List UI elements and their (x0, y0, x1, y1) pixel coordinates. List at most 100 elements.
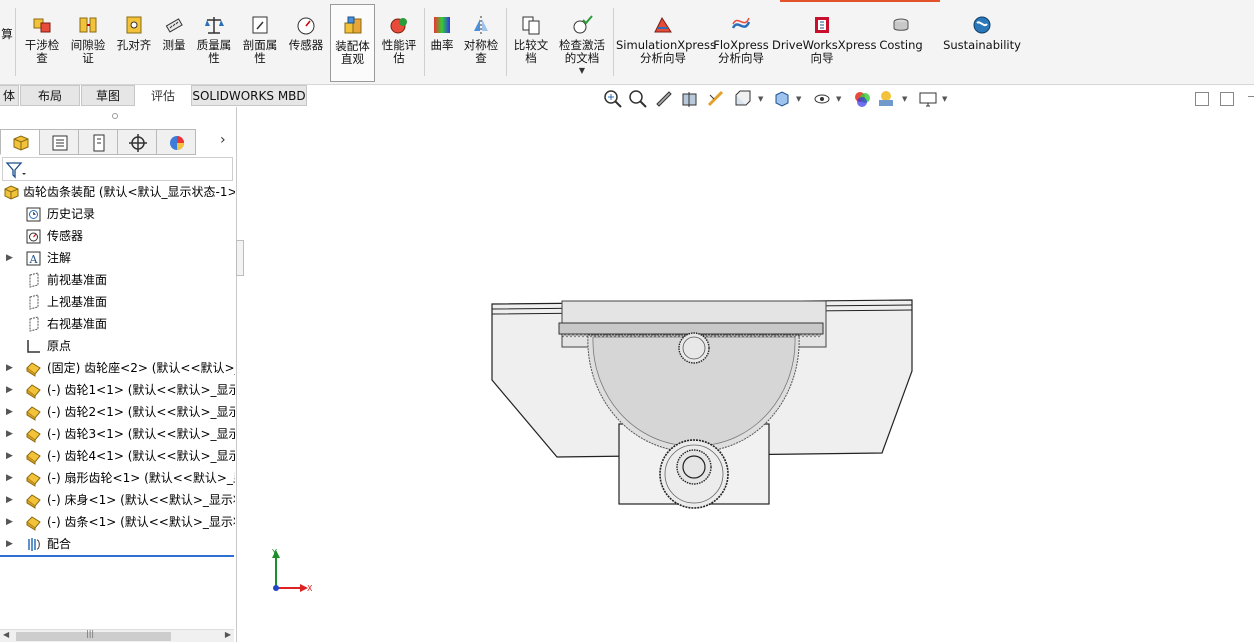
assembly-model[interactable] (491, 299, 913, 509)
ribbon-accent (780, 0, 940, 2)
expand-arrow-icon[interactable]: ▶ (6, 247, 13, 269)
scrollbar-thumb[interactable]: ||| (16, 629, 171, 641)
previous-view-icon[interactable] (654, 89, 674, 109)
tree-horizontal-scrollbar[interactable]: ◀ ||| ▶ (0, 629, 234, 642)
featuremanager-tab[interactable] (0, 129, 40, 155)
displaymanager-tab[interactable] (156, 129, 196, 155)
tree-item-label: 传感器 (47, 229, 84, 243)
expand-arrow-icon[interactable]: ▶ (6, 533, 13, 555)
tree-item-label: (-) 齿条<1> (默认<<默认>_显示状态 1>) (47, 515, 235, 529)
performance-evaluation-button[interactable]: 性能评 估 (377, 12, 421, 82)
plane-icon (29, 316, 39, 332)
interference-label: 干涉检 查 (24, 38, 60, 65)
driveworksxpress-button[interactable]: DriveWorksXpress 向导 (772, 12, 876, 82)
calc-button[interactable]: 算 (0, 12, 14, 82)
zoom-to-fit-icon[interactable] (603, 89, 623, 109)
sustainability-label: Sustainability (943, 38, 1021, 52)
scroll-right-icon[interactable]: ▶ (225, 630, 231, 639)
propertymanager-icon (52, 135, 68, 151)
chevron-down-icon[interactable]: ▼ (942, 95, 947, 103)
hole-alignment-button[interactable]: 孔对齐 (112, 12, 156, 82)
expand-arrow-icon[interactable]: ▶ (6, 511, 13, 533)
zoom-area-icon[interactable] (628, 89, 648, 109)
expand-arrow-icon[interactable]: ▶ (6, 445, 13, 467)
expand-arrow-icon[interactable]: ▶ (6, 357, 13, 379)
expand-arrow-icon[interactable]: ▶ (6, 489, 13, 511)
measure-button[interactable]: 测量 (156, 12, 192, 82)
interference-icon (33, 18, 51, 33)
graphics-viewport[interactable]: Y X (238, 110, 1254, 642)
compare-documents-button[interactable]: 比较文 档 (509, 12, 553, 82)
propertymanager-tab[interactable] (39, 129, 79, 155)
clearance-label: 间隙验 证 (70, 38, 106, 65)
window-edge (1248, 96, 1254, 106)
sustainability-button[interactable]: Sustainability (940, 12, 1024, 82)
costing-icon (893, 18, 909, 31)
curvature-button[interactable]: 曲率 (427, 12, 457, 82)
expand-arrow-icon[interactable]: ▶ (6, 379, 13, 401)
tree-filter-box[interactable] (2, 157, 233, 181)
expand-arrow-icon[interactable]: ▶ (6, 467, 13, 489)
expand-arrow-icon[interactable]: ▶ (6, 423, 13, 445)
interference-check-button[interactable]: 干涉检 查 (20, 12, 64, 82)
filter-icon (5, 162, 26, 179)
part-icon (26, 406, 41, 421)
edit-appearance-icon[interactable] (852, 89, 872, 109)
chevron-down-icon[interactable]: ▼ (758, 95, 763, 103)
chevron-right-icon[interactable]: › (220, 132, 226, 148)
tab-layout[interactable]: 布局 (20, 85, 80, 106)
simulationxpress-button[interactable]: SimulationXpress 分析向导 (616, 12, 716, 82)
compare-icon (522, 16, 540, 35)
symmetry-check-button[interactable]: 对称检 查 (459, 12, 503, 82)
measure-label: 测量 (162, 38, 186, 52)
tab-evaluate[interactable]: 评估 (136, 85, 190, 106)
chevron-down-icon[interactable]: ▼ (796, 95, 801, 103)
sensor-button[interactable]: 传感器 (284, 12, 328, 82)
view-settings-icon[interactable] (918, 89, 938, 109)
check-document-icon (573, 15, 593, 34)
gear-upper[interactable] (678, 332, 710, 364)
chevron-down-icon[interactable]: ▼ (836, 95, 841, 103)
view-orientation-icon[interactable] (732, 89, 752, 109)
assembly-visualization-button[interactable]: 装配体 直观 (330, 4, 375, 82)
tree-item-label: (-) 齿轮4<1> (默认<<默认>_显示状态 1>) (47, 449, 235, 463)
expand-arrow-icon[interactable]: ▶ (6, 401, 13, 423)
costing-button[interactable]: Costing (876, 12, 926, 82)
sensor-label: 传感器 (288, 38, 324, 52)
floxpress-button[interactable]: FloXpress 分析向导 (713, 12, 769, 82)
hide-show-items-icon[interactable] (812, 89, 832, 109)
tab-solidworks-mbd[interactable]: SOLIDWORKS MBD (191, 85, 307, 106)
section-properties-button[interactable]: 剖面属 性 (238, 12, 282, 82)
scroll-left-icon[interactable]: ◀ (3, 630, 9, 639)
scale-icon (205, 17, 224, 34)
chevron-down-icon[interactable]: ▼ (554, 67, 610, 75)
tree-rollback-bar[interactable] (0, 555, 234, 557)
check-active-document-button[interactable]: 检查激活 的文档 ▼ (554, 12, 610, 82)
expand-panel-icon[interactable] (1220, 92, 1234, 106)
feature-manager-panel: › 齿轮齿条装配 (默认<默认_显示状态-1>) 历史记录 传感器 ▶ A 注解 (0, 107, 237, 642)
tree-item-label: (-) 床身<1> (默认<<默认>_显示状态 1>) (47, 493, 235, 507)
configurationmanager-tab[interactable] (78, 129, 118, 155)
clearance-verify-button[interactable]: 间隙验 证 (66, 12, 110, 82)
feature-tree-viewport: 齿轮齿条装配 (默认<默认_显示状态-1>) 历史记录 传感器 ▶ A 注解 前… (0, 181, 235, 642)
dimxpert-tab[interactable] (117, 129, 157, 155)
tab-sketch[interactable]: 草图 (81, 85, 135, 106)
tree-item-label: 前视基准面 (47, 273, 108, 287)
gauge-icon (297, 17, 315, 35)
chevron-down-icon[interactable]: ▼ (902, 95, 907, 103)
triad-x-label: X (307, 584, 313, 593)
panel-grip[interactable] (112, 113, 118, 119)
restore-panel-icon[interactable] (1195, 92, 1209, 106)
mates-icon (28, 538, 40, 551)
dynamic-annotation-icon[interactable] (706, 89, 726, 109)
sensor-icon (26, 229, 41, 244)
flow-icon (731, 17, 751, 29)
history-icon (26, 207, 41, 222)
gear-lower-small[interactable] (676, 449, 712, 485)
ribbon-separator (15, 8, 16, 76)
section-view-icon[interactable] (680, 89, 700, 109)
tab-body[interactable]: 体 (0, 85, 19, 106)
mass-properties-button[interactable]: 质量属 性 (192, 12, 236, 82)
apply-scene-icon[interactable] (876, 89, 896, 109)
display-style-icon[interactable] (772, 89, 792, 109)
